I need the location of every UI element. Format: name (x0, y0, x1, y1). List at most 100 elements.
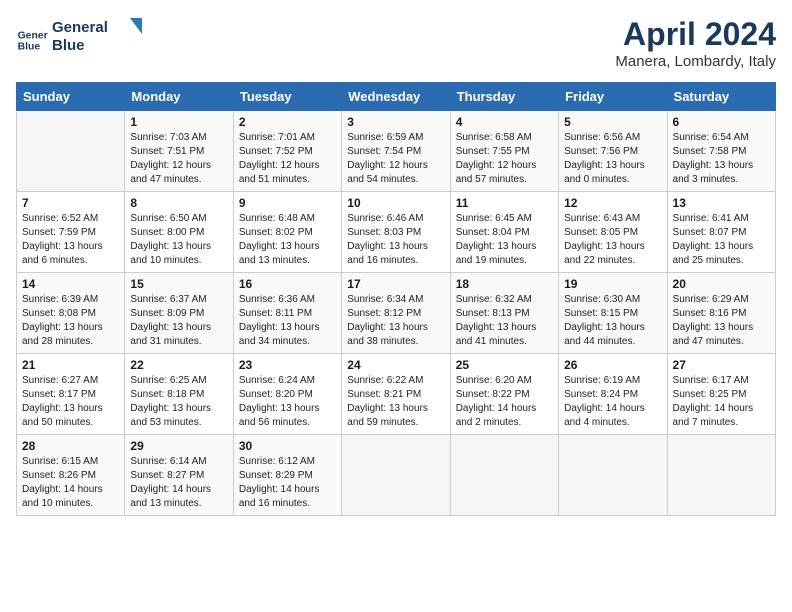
day-number: 1 (130, 115, 227, 129)
day-number: 9 (239, 196, 336, 210)
weekday-header-sunday: Sunday (17, 83, 125, 111)
day-info: Sunrise: 6:25 AMSunset: 8:18 PMDaylight:… (130, 374, 227, 430)
calendar-cell (342, 435, 450, 516)
day-info: Sunrise: 6:20 AMSunset: 8:22 PMDaylight:… (456, 374, 553, 430)
calendar-cell: 22 Sunrise: 6:25 AMSunset: 8:18 PMDayligh… (125, 354, 233, 435)
calendar-cell: 18 Sunrise: 6:32 AMSunset: 8:13 PMDayligh… (450, 273, 558, 354)
calendar-cell: 24Sunrise: 6:22 AMSunset: 8:21 PMDayligh… (342, 354, 450, 435)
day-info: Sunrise: 6:58 AMSunset: 7:55 PMDaylight:… (456, 131, 553, 187)
day-number: 24 (347, 358, 444, 372)
svg-text:General: General (52, 19, 108, 36)
day-number: 14 (22, 277, 119, 291)
calendar-cell: 21 Sunrise: 6:27 AMSunset: 8:17 PMDayligh… (17, 354, 125, 435)
calendar-cell: 17 Sunrise: 6:34 AMSunset: 8:12 PMDayligh… (342, 273, 450, 354)
day-number: 4 (456, 115, 553, 129)
calendar-cell: 2Sunrise: 7:01 AMSunset: 7:52 PMDaylight… (233, 111, 341, 192)
day-info: Sunrise: 6:15 AMSunset: 8:26 PMDaylight:… (22, 455, 119, 511)
day-info: Sunrise: 6:43 AMSunset: 8:05 PMDaylight:… (564, 212, 661, 268)
calendar-cell: 15Sunrise: 6:37 AMSunset: 8:09 PMDayligh… (125, 273, 233, 354)
day-info: Sunrise: 6:34 AMSunset: 8:12 PMDaylight:… (347, 293, 444, 349)
day-number: 12 (564, 196, 661, 210)
week-row-1: 1Sunrise: 7:03 AMSunset: 7:51 PMDaylight… (17, 111, 776, 192)
month-title: April 2024 (615, 16, 776, 53)
day-info: Sunrise: 6:24 AMSunset: 8:20 PMDaylight:… (239, 374, 336, 430)
weekday-header-thursday: Thursday (450, 83, 558, 111)
calendar-cell: 29Sunrise: 6:14 AMSunset: 8:27 PMDayligh… (125, 435, 233, 516)
day-number: 16 (239, 277, 336, 291)
calendar-cell: 8Sunrise: 6:50 AMSunset: 8:00 PMDaylight… (125, 192, 233, 273)
calendar-cell: 7Sunrise: 6:52 AMSunset: 7:59 PMDaylight… (17, 192, 125, 273)
calendar-cell: 13 Sunrise: 6:41 AMSunset: 8:07 PMDayligh… (667, 192, 775, 273)
calendar-cell: 30 Sunrise: 6:12 AMSunset: 8:29 PMDayligh… (233, 435, 341, 516)
day-number: 3 (347, 115, 444, 129)
day-info: Sunrise: 6:36 AMSunset: 8:11 PMDaylight:… (239, 293, 336, 349)
calendar-cell: 16 Sunrise: 6:36 AMSunset: 8:11 PMDayligh… (233, 273, 341, 354)
day-number: 13 (673, 196, 770, 210)
logo-text: General Blue (52, 16, 147, 63)
calendar-cell: 19 Sunrise: 6:30 AMSunset: 8:15 PMDayligh… (559, 273, 667, 354)
day-info: Sunrise: 6:41 AMSunset: 8:07 PMDaylight:… (673, 212, 770, 268)
day-info: Sunrise: 6:50 AMSunset: 8:00 PMDaylight:… (130, 212, 227, 268)
day-number: 18 (456, 277, 553, 291)
calendar-cell: 1Sunrise: 7:03 AMSunset: 7:51 PMDaylight… (125, 111, 233, 192)
calendar-cell: 9 Sunrise: 6:48 AMSunset: 8:02 PMDaylight… (233, 192, 341, 273)
day-number: 30 (239, 439, 336, 453)
calendar-cell: 5 Sunrise: 6:56 AMSunset: 7:56 PMDaylight… (559, 111, 667, 192)
day-number: 25 (456, 358, 553, 372)
day-number: 19 (564, 277, 661, 291)
logo-icon: General Blue (16, 24, 48, 56)
logo: General Blue General Blue (16, 16, 147, 63)
calendar-cell: 25 Sunrise: 6:20 AMSunset: 8:22 PMDayligh… (450, 354, 558, 435)
day-info: Sunrise: 7:01 AMSunset: 7:52 PMDaylight:… (239, 131, 336, 187)
day-info: Sunrise: 6:12 AMSunset: 8:29 PMDaylight:… (239, 455, 336, 511)
calendar-cell (450, 435, 558, 516)
day-number: 5 (564, 115, 661, 129)
week-row-5: 28 Sunrise: 6:15 AMSunset: 8:26 PMDayligh… (17, 435, 776, 516)
calendar-cell (667, 435, 775, 516)
day-info: Sunrise: 6:52 AMSunset: 7:59 PMDaylight:… (22, 212, 119, 268)
day-info: Sunrise: 6:56 AMSunset: 7:56 PMDaylight:… (564, 131, 661, 187)
weekday-header-tuesday: Tuesday (233, 83, 341, 111)
day-info: Sunrise: 6:37 AMSunset: 8:09 PMDaylight:… (130, 293, 227, 349)
calendar-cell (559, 435, 667, 516)
calendar-cell: 11Sunrise: 6:45 AMSunset: 8:04 PMDayligh… (450, 192, 558, 273)
svg-text:Blue: Blue (52, 37, 85, 54)
day-number: 28 (22, 439, 119, 453)
day-number: 23 (239, 358, 336, 372)
calendar-cell (17, 111, 125, 192)
svg-text:General: General (18, 30, 48, 41)
day-info: Sunrise: 6:19 AMSunset: 8:24 PMDaylight:… (564, 374, 661, 430)
day-info: Sunrise: 6:46 AMSunset: 8:03 PMDaylight:… (347, 212, 444, 268)
day-number: 6 (673, 115, 770, 129)
day-number: 10 (347, 196, 444, 210)
weekday-header-monday: Monday (125, 83, 233, 111)
day-info: Sunrise: 6:30 AMSunset: 8:15 PMDaylight:… (564, 293, 661, 349)
weekday-header-wednesday: Wednesday (342, 83, 450, 111)
calendar-cell: 20 Sunrise: 6:29 AMSunset: 8:16 PMDayligh… (667, 273, 775, 354)
day-info: Sunrise: 6:32 AMSunset: 8:13 PMDaylight:… (456, 293, 553, 349)
calendar-cell: 14Sunrise: 6:39 AMSunset: 8:08 PMDayligh… (17, 273, 125, 354)
day-info: Sunrise: 6:48 AMSunset: 8:02 PMDaylight:… (239, 212, 336, 268)
day-info: Sunrise: 6:27 AMSunset: 8:17 PMDaylight:… (22, 374, 119, 430)
calendar-cell: 23 Sunrise: 6:24 AMSunset: 8:20 PMDayligh… (233, 354, 341, 435)
day-number: 17 (347, 277, 444, 291)
calendar-cell: 26 Sunrise: 6:19 AMSunset: 8:24 PMDayligh… (559, 354, 667, 435)
day-info: Sunrise: 6:29 AMSunset: 8:16 PMDaylight:… (673, 293, 770, 349)
week-row-3: 14Sunrise: 6:39 AMSunset: 8:08 PMDayligh… (17, 273, 776, 354)
calendar-table: SundayMondayTuesdayWednesdayThursdayFrid… (16, 82, 776, 516)
calendar-cell: 3Sunrise: 6:59 AMSunset: 7:54 PMDaylight… (342, 111, 450, 192)
day-number: 26 (564, 358, 661, 372)
day-number: 21 (22, 358, 119, 372)
day-number: 22 (130, 358, 227, 372)
day-number: 20 (673, 277, 770, 291)
page-header: General Blue General Blue April 2024 Man… (16, 16, 776, 70)
weekday-header-friday: Friday (559, 83, 667, 111)
location: Manera, Lombardy, Italy (615, 53, 776, 70)
day-info: Sunrise: 6:14 AMSunset: 8:27 PMDaylight:… (130, 455, 227, 511)
week-row-2: 7Sunrise: 6:52 AMSunset: 7:59 PMDaylight… (17, 192, 776, 273)
calendar-cell: 28 Sunrise: 6:15 AMSunset: 8:26 PMDayligh… (17, 435, 125, 516)
calendar-cell: 6 Sunrise: 6:54 AMSunset: 7:58 PMDaylight… (667, 111, 775, 192)
day-info: Sunrise: 6:54 AMSunset: 7:58 PMDaylight:… (673, 131, 770, 187)
day-info: Sunrise: 6:17 AMSunset: 8:25 PMDaylight:… (673, 374, 770, 430)
day-info: Sunrise: 6:45 AMSunset: 8:04 PMDaylight:… (456, 212, 553, 268)
